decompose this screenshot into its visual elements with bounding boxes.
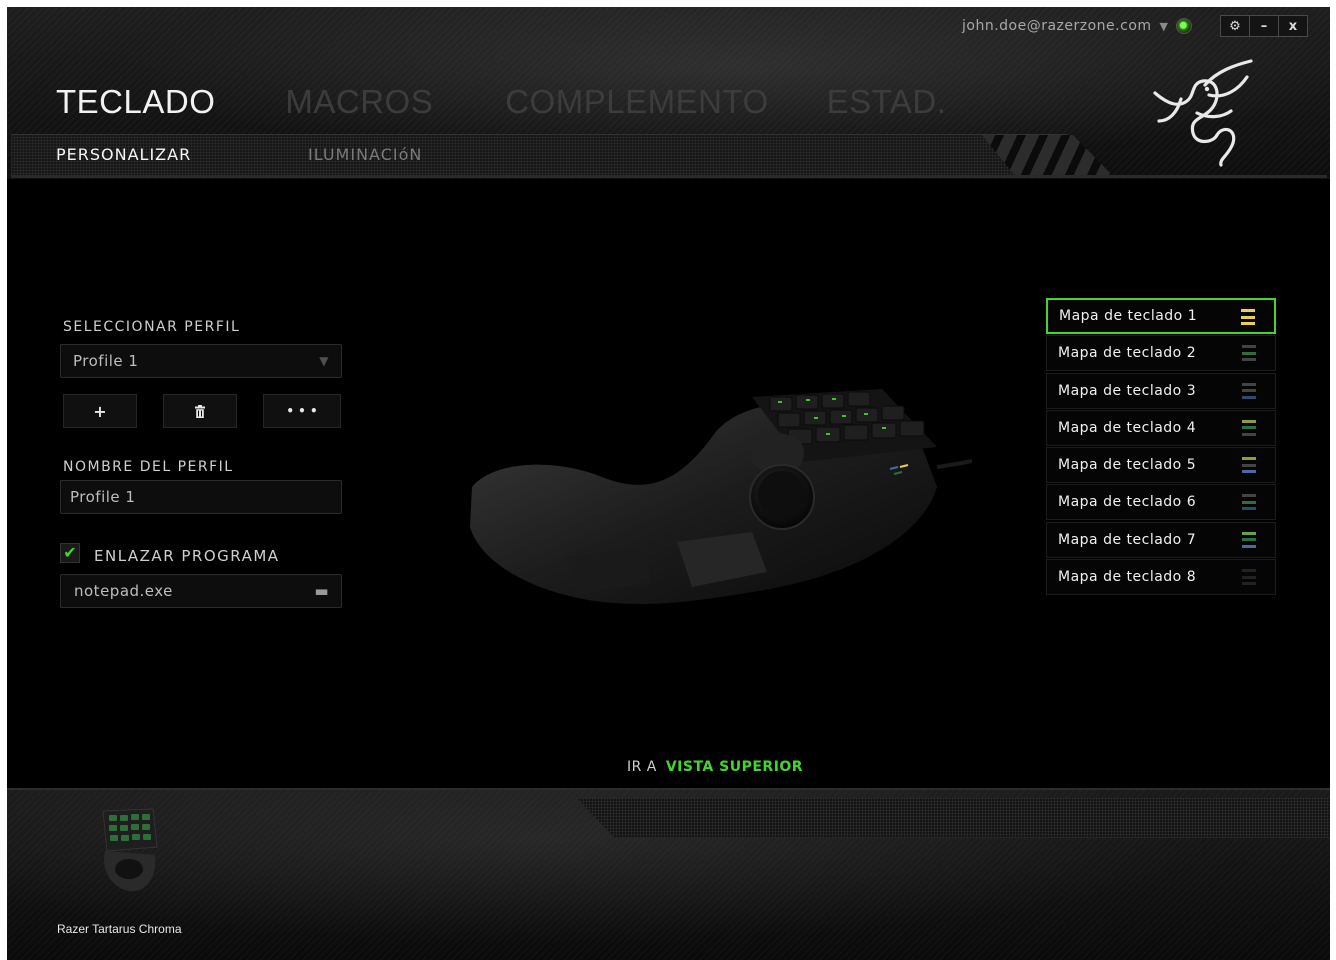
user-email[interactable]: john.doe@razerzone.com	[962, 18, 1152, 34]
select-profile-label: SELECCIONAR PERFIL	[63, 319, 241, 335]
add-profile-button[interactable]: +	[63, 394, 137, 428]
chevron-down-icon[interactable]: ▼	[1160, 20, 1168, 33]
keymap-list: Mapa de teclado 1 Mapa de teclado 2 Mapa…	[1046, 298, 1276, 596]
keymap-color-icon	[1242, 345, 1256, 362]
top-view-link[interactable]: VISTA SUPERIOR	[666, 759, 803, 775]
tab-personalizar[interactable]: PERSONALIZAR	[56, 145, 191, 164]
device-thumbnail[interactable]	[95, 807, 165, 897]
keymap-label: Mapa de teclado 3	[1058, 382, 1197, 399]
profile-name-label: NOMBRE DEL PERFIL	[63, 459, 234, 475]
tab-complemento[interactable]: COMPLEMENTO	[505, 83, 768, 121]
top-bar: john.doe@razerzone.com ▼ ⚙ – x	[962, 15, 1308, 37]
keymap-color-icon	[1242, 382, 1256, 399]
window-controls: ⚙ – x	[1220, 15, 1308, 37]
trash-icon	[195, 404, 205, 418]
keymap-item-4[interactable]: Mapa de teclado 4	[1046, 409, 1276, 446]
tab-iluminacion[interactable]: ILUMINACIóN	[308, 145, 422, 164]
keymap-color-icon	[1242, 531, 1256, 548]
tab-macros[interactable]: MACROS	[285, 83, 433, 121]
keymap-label: Mapa de teclado 2	[1058, 345, 1197, 362]
keymap-item-8[interactable]: Mapa de teclado 8	[1046, 559, 1276, 596]
more-options-button[interactable]: • • •	[263, 394, 341, 428]
device-image	[470, 389, 972, 604]
link-program-checkbox[interactable]: ✔	[60, 543, 80, 563]
chevron-down-icon: ▼	[319, 354, 329, 368]
keymap-color-icon	[1242, 569, 1256, 586]
view-switch: IR A VISTA SUPERIOR	[627, 759, 803, 775]
keymap-color-icon	[1242, 419, 1256, 436]
keymap-color-icon	[1242, 494, 1256, 511]
delete-profile-button[interactable]	[163, 394, 237, 428]
keymap-item-2[interactable]: Mapa de teclado 2	[1046, 335, 1276, 372]
device-name: Razer Tartarus Chroma	[57, 922, 182, 936]
minimize-button[interactable]: –	[1249, 16, 1278, 36]
keymap-item-7[interactable]: Mapa de teclado 7	[1046, 521, 1276, 558]
subnav-rail	[11, 175, 1327, 178]
keymap-color-icon	[1242, 457, 1256, 474]
keymap-label: Mapa de teclado 5	[1058, 457, 1197, 474]
tab-estad[interactable]: ESTAD.	[827, 83, 947, 121]
program-path-value: notepad.exe	[74, 582, 173, 600]
keymap-label: Mapa de teclado 6	[1058, 494, 1197, 511]
online-status-icon	[1176, 18, 1192, 34]
keymap-item-5[interactable]: Mapa de teclado 5	[1046, 447, 1276, 484]
footer-decoration	[577, 798, 1330, 838]
keymap-item-3[interactable]: Mapa de teclado 3	[1046, 372, 1276, 409]
keymap-label: Mapa de teclado 7	[1058, 531, 1197, 548]
synapse-window: john.doe@razerzone.com ▼ ⚙ – x TECLADO M…	[7, 7, 1330, 960]
view-switch-prefix: IR A	[627, 759, 657, 775]
tab-teclado[interactable]: TECLADO	[56, 83, 215, 121]
folder-icon[interactable]: ▬	[314, 582, 329, 600]
keymap-label: Mapa de teclado 4	[1058, 419, 1197, 436]
keymap-label: Mapa de teclado 8	[1058, 569, 1197, 586]
profile-name-input[interactable]: Profile 1	[60, 480, 342, 514]
link-program-label: ENLAZAR PROGRAMA	[94, 547, 280, 565]
profile-select[interactable]: Profile 1 ▼	[60, 344, 342, 378]
main-tabs: TECLADO MACROS COMPLEMENTO ESTAD.	[56, 83, 1016, 121]
settings-button[interactable]: ⚙	[1221, 16, 1249, 36]
keymap-item-1[interactable]: Mapa de teclado 1	[1046, 298, 1276, 334]
footer-divider	[7, 788, 1330, 790]
program-path-field[interactable]: notepad.exe ▬	[60, 574, 342, 608]
keymap-item-6[interactable]: Mapa de teclado 6	[1046, 484, 1276, 521]
keymap-label: Mapa de teclado 1	[1059, 308, 1198, 324]
razer-logo	[1153, 59, 1253, 167]
keymap-color-icon	[1241, 309, 1255, 325]
close-button[interactable]: x	[1278, 16, 1307, 36]
profile-select-value: Profile 1	[73, 352, 139, 370]
